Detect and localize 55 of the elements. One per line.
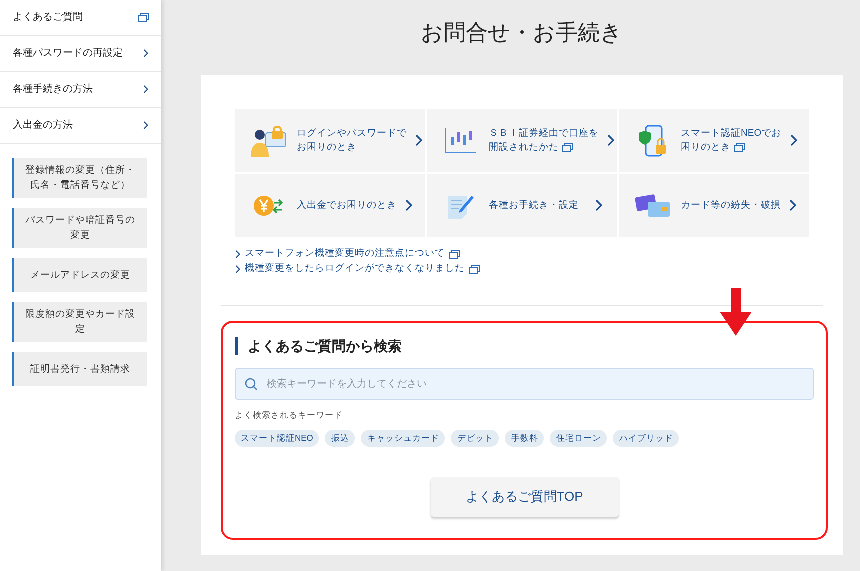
- tile-label: ログインやパスワードで: [297, 126, 407, 140]
- keyword-chip[interactable]: デビット: [451, 430, 500, 447]
- candlestick-chart-icon: [445, 128, 477, 154]
- yen-coin-arrows-icon: [254, 194, 284, 218]
- chevron-right-icon: [143, 49, 149, 58]
- keyword-chip[interactable]: 振込: [325, 430, 356, 447]
- sidebar-subitem[interactable]: パスワードや暗証番号の変更: [12, 208, 147, 248]
- sidebar-subitem[interactable]: 証明書発行・書類請求: [12, 352, 147, 386]
- tile-label: ＳＢＩ証券経由で口座を: [489, 126, 599, 140]
- tile-label: 開設されたかた: [489, 140, 599, 154]
- cards-icon: [635, 192, 671, 218]
- keyword-chip[interactable]: 住宅ローン: [550, 430, 608, 447]
- sidebar-item[interactable]: 各種パスワードの再設定: [0, 36, 161, 72]
- sidebar-item[interactable]: 各種手続きの方法: [0, 72, 161, 108]
- keyword-chip[interactable]: ハイブリッド: [613, 430, 680, 447]
- chevron-right-icon: [405, 199, 413, 212]
- sidebar-subitem[interactable]: 限度額の変更やカード設定: [12, 302, 147, 342]
- tile-label: 困りのとき: [681, 140, 782, 154]
- tile-label: 各種お手続き・設定: [489, 198, 580, 212]
- tile-label: 入出金でお困りのとき: [297, 198, 397, 212]
- faq-top-button[interactable]: よくあるご質問TOP: [430, 476, 618, 517]
- menu-tile[interactable]: 各種お手続き・設定: [427, 174, 617, 237]
- chevron-right-icon: [607, 134, 615, 147]
- sidebar-subitem[interactable]: メールアドレスの変更: [12, 258, 147, 292]
- keywords-label: よく検索されるキーワード: [235, 409, 344, 422]
- menu-tile[interactable]: ログインやパスワードで お困りのとき: [235, 109, 425, 172]
- external-link-icon: [138, 13, 149, 22]
- chevron-right-icon: [143, 85, 149, 94]
- search-field[interactable]: 検索キーワードを入力してください: [235, 368, 814, 400]
- menu-tile[interactable]: スマート認証NEOでお 困りのとき: [619, 109, 809, 172]
- chevron-right-icon: [789, 199, 797, 212]
- tile-label: お困りのとき: [297, 140, 358, 154]
- tile-label: カード等の紛失・破損: [681, 198, 781, 212]
- help-link[interactable]: 機種変更をしたらログインができなくなりました: [245, 262, 465, 276]
- menu-tile[interactable]: カード等の紛失・破損: [619, 174, 809, 237]
- down-arrow-icon: [720, 288, 752, 336]
- chevron-right-icon: [595, 199, 603, 212]
- phone-shield-lock-icon: [638, 124, 668, 156]
- keyword-chip[interactable]: 手数料: [505, 430, 544, 447]
- sidebar-subitem[interactable]: 登録情報の変更（住所・氏名・電話番号など）: [12, 158, 147, 198]
- menu-tile[interactable]: 入出金でお困りのとき: [235, 174, 425, 237]
- chevron-right-icon: [415, 134, 423, 147]
- chevron-right-icon: [790, 134, 798, 147]
- sidebar-item[interactable]: よくあるご質問: [0, 0, 161, 36]
- sidebar-item[interactable]: 入出金の方法: [0, 108, 161, 144]
- help-link[interactable]: スマートフォン機種変更時の注意点について: [245, 247, 445, 262]
- keyword-chip[interactable]: キャッシュカード: [361, 430, 446, 447]
- section-heading: よくあるご質問から検索: [235, 337, 814, 355]
- keyword-chip[interactable]: スマート認証NEO: [235, 430, 320, 447]
- menu-tile[interactable]: ＳＢＩ証券経由で口座を 開設されたかた: [427, 109, 617, 172]
- search-icon: [245, 378, 258, 391]
- page-title: お問合せ・お手続き: [421, 19, 623, 47]
- chevron-right-icon: [143, 121, 149, 130]
- person-with-lock-icon: [250, 124, 288, 156]
- tile-label: スマート認証NEOでお: [681, 126, 782, 140]
